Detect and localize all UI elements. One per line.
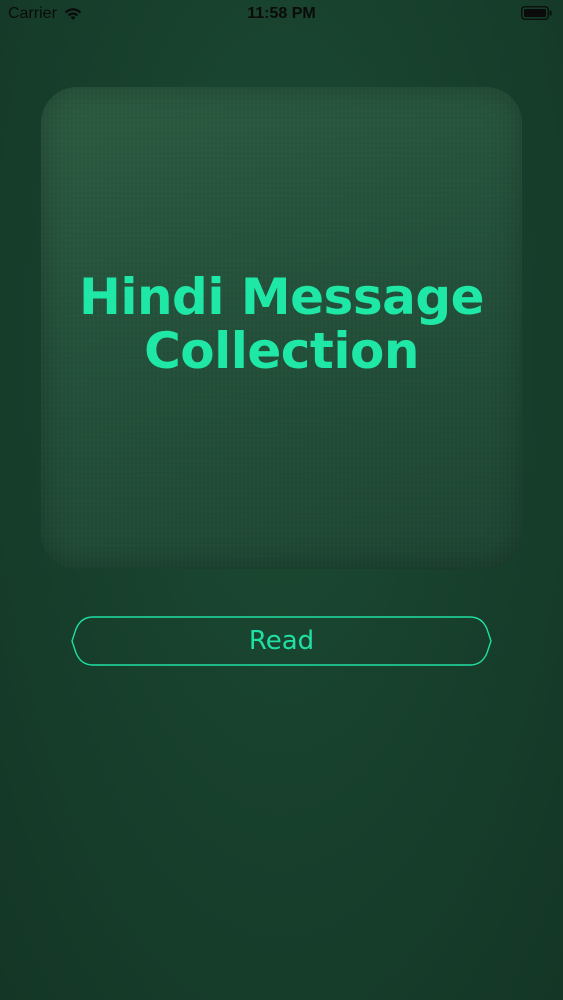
status-bar: Carrier 11:58 PM bbox=[0, 0, 563, 30]
read-button[interactable]: Read bbox=[71, 616, 492, 666]
status-time: 11:58 PM bbox=[247, 5, 316, 22]
cover-title-line1: Hindi Message bbox=[78, 268, 485, 326]
read-button-label: Read bbox=[248, 626, 315, 656]
cover-title: Hindi Message Collection bbox=[41, 270, 522, 378]
cover-card: Hindi Message Collection bbox=[41, 87, 522, 569]
cover-title-line2: Collection bbox=[144, 322, 419, 380]
battery-icon bbox=[521, 6, 553, 20]
app-screen: Carrier 11:58 PM Hindi Message Collectio… bbox=[0, 0, 563, 1000]
